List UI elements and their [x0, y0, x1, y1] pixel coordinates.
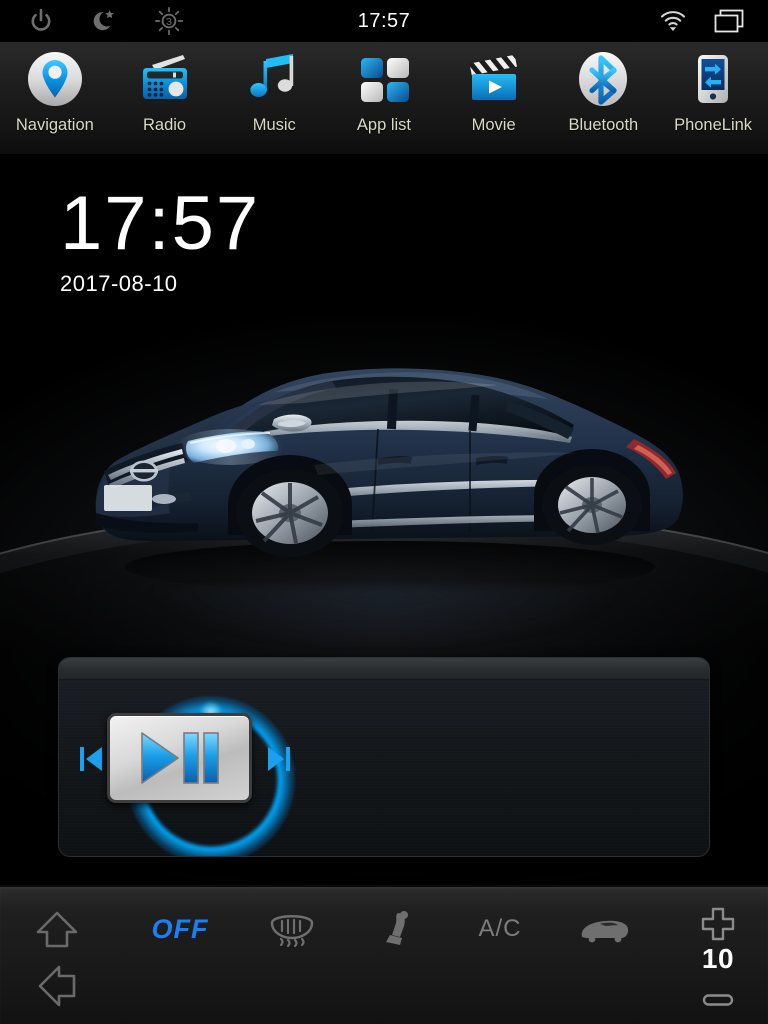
back-arrow-icon — [38, 965, 76, 1007]
app-label-radio: Radio — [142, 116, 187, 134]
volume-down-button[interactable] — [694, 987, 742, 1013]
status-bar: 3 17:57 — [0, 0, 768, 42]
app-item-phonelink[interactable]: PhoneLink — [659, 48, 767, 135]
air-recirculation-button[interactable] — [552, 904, 656, 954]
app-item-bluetooth[interactable]: Bluetooth — [549, 48, 657, 135]
bluetooth-icon — [572, 48, 634, 110]
next-track-button[interactable] — [259, 738, 299, 780]
play-pause-icon — [140, 732, 219, 784]
app-item-movie[interactable]: Movie — [440, 48, 548, 135]
media-player-widget[interactable] — [58, 657, 710, 857]
skip-previous-icon — [80, 747, 102, 771]
car-reflection — [150, 587, 620, 647]
app-item-music[interactable]: Music — [220, 48, 328, 135]
plus-icon — [701, 907, 735, 941]
app-label-app-list: App list — [356, 116, 411, 134]
app-label-music: Music — [252, 116, 296, 134]
climate-off-button[interactable]: OFF — [120, 904, 240, 954]
status-bar-right-icons — [656, 0, 746, 42]
car-wallpaper-image — [78, 345, 698, 605]
media-widget-header — [59, 658, 709, 680]
volume-panel: 10 — [678, 887, 758, 1024]
app-label-phonelink: PhoneLink — [674, 116, 753, 134]
screens-icon[interactable] — [712, 4, 746, 38]
clock-date: 2017-08-10 — [60, 271, 178, 296]
clock-widget[interactable]: 17:57 2017-08-10 — [60, 185, 260, 297]
radio-icon — [134, 48, 196, 110]
minus-icon — [702, 994, 734, 1006]
climate-control-bar: OFF A/C 10 — [0, 885, 768, 1024]
seat-heater-button[interactable] — [344, 904, 448, 954]
app-item-navigation[interactable]: Navigation — [1, 48, 109, 135]
app-label-movie: Movie — [471, 116, 516, 134]
navigation-keys — [22, 887, 92, 1024]
app-label-navigation: Navigation — [15, 116, 94, 134]
home-button[interactable] — [30, 905, 84, 955]
air-recirculation-icon — [581, 920, 629, 943]
app-label-bluetooth: Bluetooth — [568, 116, 639, 134]
front-defrost-button[interactable] — [240, 904, 344, 954]
climate-function-row: OFF A/C — [120, 901, 660, 957]
movie-clapper-icon — [463, 48, 525, 110]
volume-up-button[interactable] — [694, 905, 742, 943]
phonelink-icon — [682, 48, 744, 110]
front-defrost-icon — [270, 915, 314, 948]
status-bar-clock: 17:57 — [357, 9, 411, 32]
app-item-radio[interactable]: Radio — [111, 48, 219, 135]
play-pause-button[interactable] — [107, 713, 252, 803]
navigation-pin-icon — [24, 48, 86, 110]
home-arrow-icon — [36, 911, 78, 948]
clock-time: 17:57 — [60, 181, 261, 266]
music-note-icon — [243, 48, 305, 110]
infotainment-screen: 3 17:57 Navigation Radio Music App list … — [0, 0, 768, 1024]
app-grid-icon — [353, 48, 415, 110]
home-stage: 17:57 2017-08-10 — [0, 155, 768, 885]
skip-next-icon — [268, 747, 290, 771]
seat-heater-icon — [386, 911, 408, 945]
volume-value: 10 — [701, 943, 735, 974]
ac-button[interactable]: A/C — [448, 904, 552, 954]
app-item-app-list[interactable]: App list — [330, 48, 438, 135]
previous-track-button[interactable] — [71, 738, 111, 780]
wifi-icon[interactable] — [656, 4, 690, 38]
app-shortcut-bar: Navigation Radio Music App list Movie Bl… — [0, 42, 768, 155]
back-button[interactable] — [30, 961, 84, 1011]
